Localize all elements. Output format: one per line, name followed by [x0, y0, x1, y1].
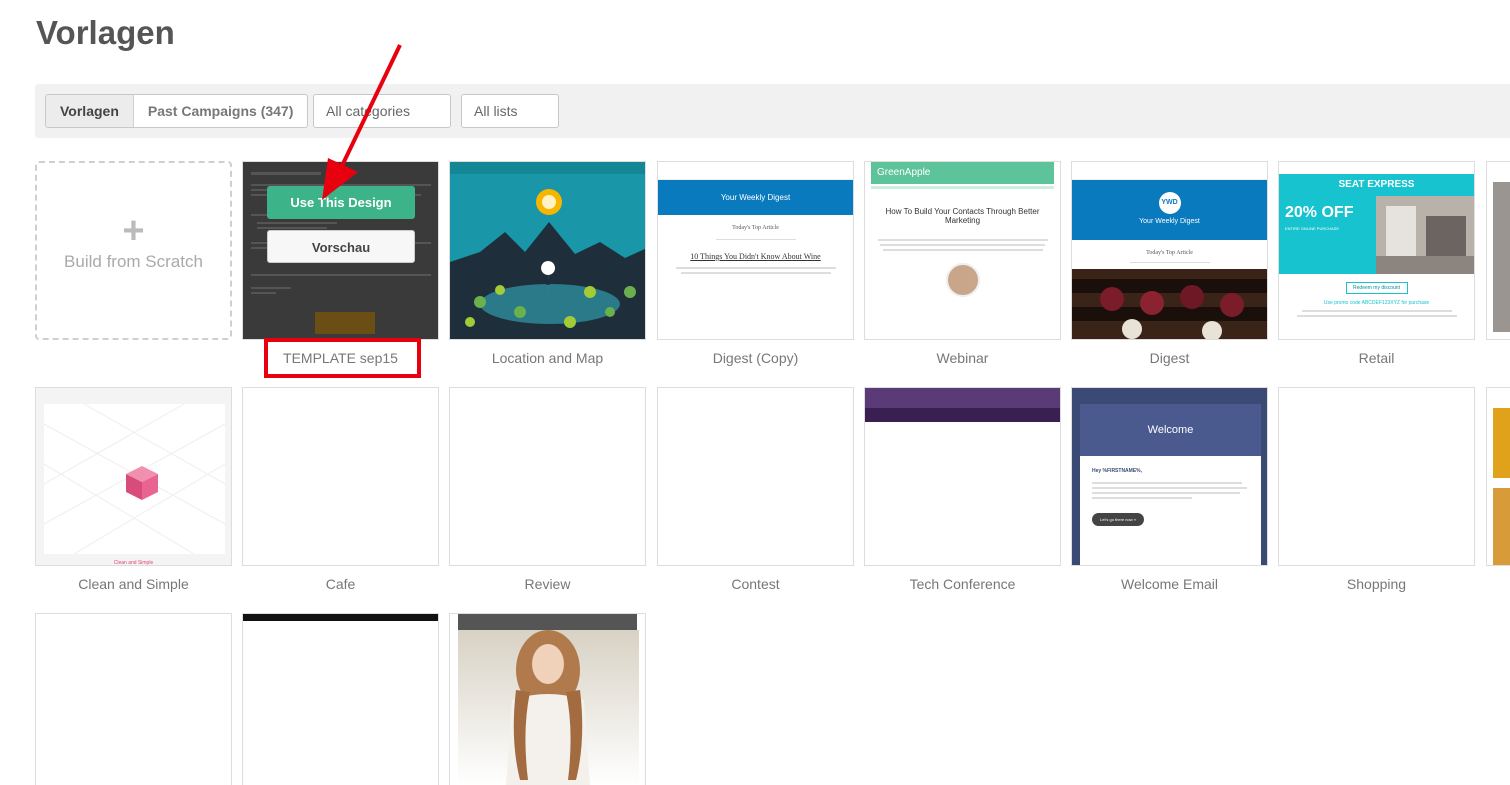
template-card-welcome-email[interactable]: Welcome Hey %FIRSTNAME%, Let's go there … — [1071, 387, 1268, 566]
template-label: Shopping — [1346, 576, 1407, 592]
template-label: Digest — [1149, 350, 1190, 366]
highlight-box — [264, 338, 421, 378]
template-label: Retail — [1358, 350, 1395, 366]
template-card-digest[interactable]: YWD Your Weekly Digest Today's Top Artic… — [1071, 161, 1268, 340]
template-label: Digest (Copy) — [712, 350, 799, 366]
location-map-thumbnail — [450, 162, 645, 339]
build-from-scratch-label: Build from Scratch — [64, 252, 203, 271]
digest-header: Your Weekly Digest — [1139, 218, 1200, 225]
page-title: Vorlagen — [36, 14, 175, 51]
tab-vorlagen[interactable]: Vorlagen — [46, 95, 133, 127]
clean-thumbnail — [44, 404, 225, 554]
template-label: Contest — [731, 576, 780, 592]
template-card-location-and-map[interactable] — [449, 161, 646, 340]
template-label: Review — [524, 576, 571, 592]
retail-brand: SEAT EXPRESS — [1279, 174, 1474, 196]
welcome-header: Welcome — [1080, 404, 1261, 456]
preview-button[interactable]: Vorschau — [267, 230, 415, 263]
template-label: Welcome Email — [1121, 576, 1218, 592]
template-card-retail[interactable]: SEAT EXPRESS 20% OFF ENTIRE ONLINE PURCH… — [1278, 161, 1475, 340]
red-arrow-annotation — [322, 44, 402, 200]
tab-past-campaigns[interactable]: Past Campaigns (347) — [132, 95, 307, 127]
template-card-tech-conference[interactable] — [864, 387, 1061, 566]
welcome-greeting: Hey %FIRSTNAME%, — [1092, 468, 1143, 474]
digest-copy-sub: Today's Top Article — [732, 225, 779, 231]
welcome-button: Let's go there now » — [1092, 513, 1144, 526]
digest-copy-header: Your Weekly Digest — [658, 180, 853, 215]
retail-promo: Use promo code ABCDEF123XYZ for purchase — [1323, 300, 1430, 306]
template-card-cafe[interactable] — [242, 387, 439, 566]
webinar-headline: How To Build Your Contacts Through Bette… — [885, 207, 1040, 225]
clean-caption: Clean and Simple — [113, 560, 154, 566]
template-card-review[interactable] — [449, 387, 646, 566]
digest-copy-headline: 10 Things You Didn't Know About Wine — [690, 252, 821, 261]
digest-sub: Today's Top Article — [1146, 250, 1193, 256]
template-card-clean-and-simple[interactable]: Clean and Simple — [35, 387, 232, 566]
template-card-shopping[interactable] — [1278, 387, 1475, 566]
view-tabs: Vorlagen Past Campaigns (347) — [45, 94, 309, 128]
avatar — [945, 263, 980, 297]
filter-toolbar: Vorlagen Past Campaigns (347) All catego… — [35, 84, 1510, 138]
template-label: Tech Conference — [909, 576, 1016, 592]
retail-redeem-button: Redeem my discount — [1345, 282, 1408, 294]
template-card-digest-copy[interactable]: Your Weekly Digest Today's Top Article 1… — [657, 161, 854, 340]
template-card-webinar[interactable]: GreenApple How To Build Your Contacts Th… — [864, 161, 1061, 340]
template-label: Webinar — [936, 350, 989, 366]
template-card-row3-3[interactable] — [449, 613, 646, 785]
template-card-row3-2[interactable] — [242, 613, 439, 785]
retail-photo — [1376, 196, 1474, 274]
list-select[interactable]: All lists — [461, 94, 559, 128]
plus-icon: + — [122, 210, 145, 252]
template-label: Clean and Simple — [78, 576, 189, 592]
template-card-partial[interactable] — [1486, 161, 1510, 340]
template-card-row3-1[interactable] — [35, 613, 232, 785]
template-label: Cafe — [325, 576, 356, 592]
template-label: Location and Map — [491, 350, 604, 366]
template-card-contest[interactable] — [657, 387, 854, 566]
digest-logo: YWD — [1158, 192, 1181, 214]
build-from-scratch-card[interactable]: + Build from Scratch — [35, 161, 232, 340]
webinar-brand: GreenApple — [871, 162, 1054, 184]
retail-offer-sub: ENTIRE ONLINE PURCHASE — [1285, 226, 1340, 231]
template-card-partial[interactable] — [1486, 387, 1510, 566]
retail-offer: 20% OFF — [1285, 204, 1354, 221]
wine-photo — [1072, 269, 1267, 339]
fashion-photo — [458, 630, 639, 785]
